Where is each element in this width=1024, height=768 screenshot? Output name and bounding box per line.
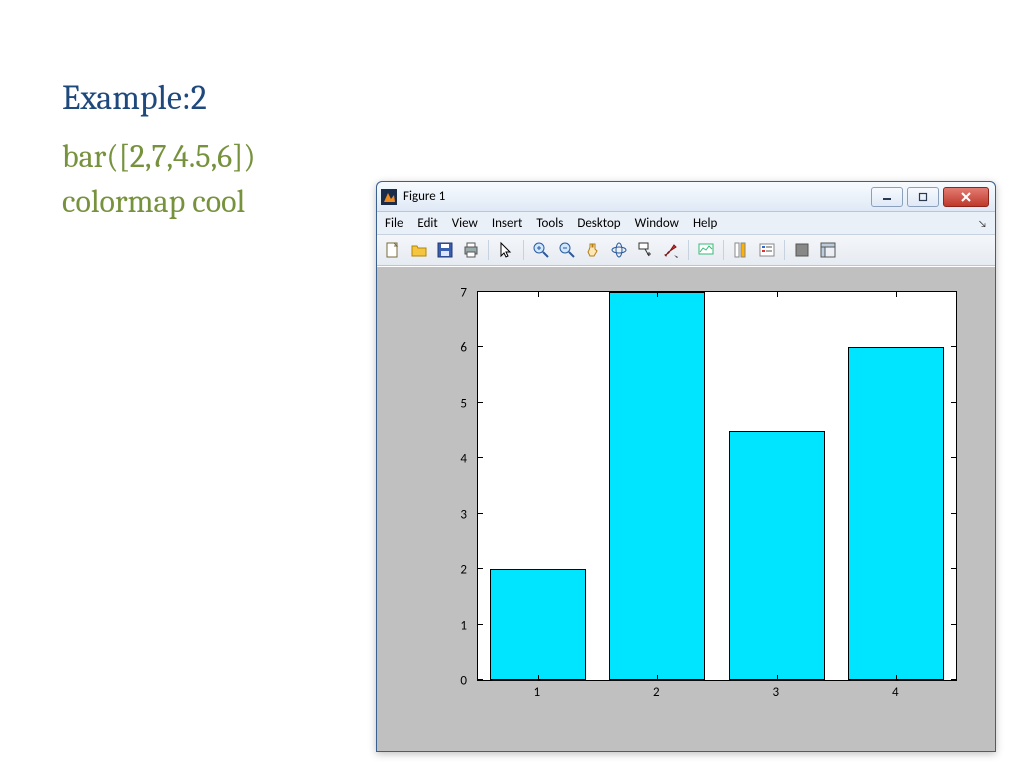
titlebar: Figure 1 — [377, 182, 995, 212]
ytick-label: 7 — [460, 286, 467, 301]
show-plot-tools-icon[interactable] — [816, 238, 840, 262]
close-button[interactable] — [943, 187, 989, 207]
xtick-label: 1 — [533, 685, 540, 700]
menu-help[interactable]: Help — [693, 216, 717, 231]
ytick-mark — [951, 291, 956, 292]
ytick-label: 1 — [460, 618, 467, 633]
dock-toggle-icon[interactable]: ↘ — [978, 217, 987, 230]
ytick-mark — [951, 402, 956, 403]
ytick-label: 2 — [460, 563, 467, 578]
window-buttons — [871, 187, 991, 207]
ytick-mark — [478, 346, 483, 347]
ytick-label: 6 — [460, 341, 467, 356]
ytick-mark — [478, 513, 483, 514]
toolbar-separator — [688, 240, 689, 260]
ytick-label: 3 — [460, 507, 467, 522]
ytick-label: 0 — [460, 674, 467, 689]
ytick-mark — [951, 513, 956, 514]
xtick-mark — [777, 675, 778, 680]
ytick-label: 5 — [460, 396, 467, 411]
zoom-in-icon[interactable] — [529, 238, 553, 262]
menu-view[interactable]: View — [452, 216, 478, 231]
zoom-out-icon[interactable] — [555, 238, 579, 262]
xtick-mark — [538, 675, 539, 680]
menu-edit[interactable]: Edit — [417, 216, 437, 231]
code-line-2: colormap cool — [62, 183, 256, 220]
toolbar-separator — [784, 240, 785, 260]
yticks: 01234567 — [395, 291, 477, 681]
bar — [729, 431, 825, 680]
xtick-mark — [538, 292, 539, 297]
ytick-mark — [478, 568, 483, 569]
ytick-mark — [478, 679, 483, 680]
xtick-label: 4 — [892, 685, 899, 700]
xtick-label: 3 — [772, 685, 779, 700]
print-icon[interactable] — [459, 238, 483, 262]
colorbar-icon[interactable] — [729, 238, 753, 262]
bar — [490, 569, 586, 680]
bar — [848, 347, 944, 680]
bar — [609, 292, 705, 680]
open-icon[interactable] — [407, 238, 431, 262]
code-line-1: bar([2,7,4.5,6]) — [62, 138, 256, 175]
plot-area: 0 1 2 3 4 5 6 7 1 2 3 4 — [395, 285, 977, 721]
data-cursor-icon[interactable] — [633, 238, 657, 262]
ytick-mark — [951, 679, 956, 680]
toolbar-separator — [488, 240, 489, 260]
toolbar — [377, 235, 995, 266]
slide: Example:2 bar([2,7,4.5,6]) colormap cool… — [0, 0, 1024, 768]
ytick-mark — [478, 624, 483, 625]
legend-icon[interactable] — [755, 238, 779, 262]
brush-icon[interactable] — [659, 238, 683, 262]
ytick-mark — [951, 457, 956, 458]
maximize-button[interactable] — [907, 187, 939, 207]
save-icon[interactable] — [433, 238, 457, 262]
xtick-mark — [777, 292, 778, 297]
pan-icon[interactable] — [581, 238, 605, 262]
menubar: File Edit View Insert Tools Desktop Wind… — [377, 212, 995, 235]
xtick-mark — [896, 292, 897, 297]
ytick-mark — [478, 291, 483, 292]
ytick-mark — [951, 346, 956, 347]
figure-window: Figure 1 File Edit View Insert Tools Des — [376, 181, 996, 752]
menu-insert[interactable]: Insert — [492, 216, 523, 231]
ytick-label: 4 — [460, 452, 467, 467]
rotate-3d-icon[interactable] — [607, 238, 631, 262]
example-heading: Example:2 — [62, 78, 256, 118]
menu-window[interactable]: Window — [635, 216, 679, 231]
window-title: Figure 1 — [403, 189, 445, 204]
figure-client: 0 1 2 3 4 5 6 7 1 2 3 4 — [377, 266, 995, 751]
hide-plot-tools-icon[interactable] — [790, 238, 814, 262]
ytick-mark — [478, 457, 483, 458]
xtick-mark — [657, 675, 658, 680]
toolbar-separator — [723, 240, 724, 260]
axes — [477, 291, 957, 681]
matlab-logo-icon — [381, 189, 397, 205]
xtick-mark — [657, 292, 658, 297]
toolbar-separator — [523, 240, 524, 260]
text-area: Example:2 bar([2,7,4.5,6]) colormap cool — [62, 78, 256, 228]
menu-tools[interactable]: Tools — [536, 216, 563, 231]
menu-desktop[interactable]: Desktop — [577, 216, 620, 231]
xticks: 1 2 3 4 — [477, 685, 957, 703]
xtick-label: 2 — [653, 685, 660, 700]
link-plots-icon[interactable] — [694, 238, 718, 262]
new-file-icon[interactable] — [381, 238, 405, 262]
xtick-mark — [896, 675, 897, 680]
pointer-icon[interactable] — [494, 238, 518, 262]
ytick-mark — [951, 624, 956, 625]
ytick-mark — [951, 568, 956, 569]
ytick-mark — [478, 402, 483, 403]
menu-file[interactable]: File — [385, 216, 403, 231]
minimize-button[interactable] — [871, 187, 903, 207]
